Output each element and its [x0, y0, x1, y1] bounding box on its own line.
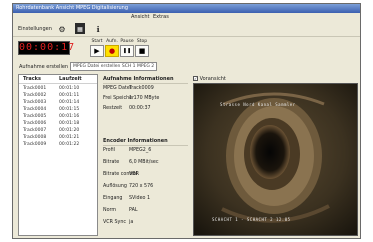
track-name: Track0007	[23, 128, 47, 133]
info-icon[interactable]: ℹ	[93, 23, 103, 34]
divider	[103, 83, 188, 84]
aufnahme-row: Restzeit 00:00:37	[103, 105, 191, 113]
encoder-row: Profil MPEG2_6	[103, 147, 191, 155]
encoder-info-title: Encoder Informationen	[103, 138, 168, 144]
track-name: Track0005	[23, 114, 47, 119]
track-row[interactable]: Track0002 00:01:11	[19, 92, 97, 99]
info-key: Profil	[103, 148, 115, 153]
pause-label: Pause	[120, 39, 134, 44]
track-row[interactable]: Track0006 00:01:18	[19, 120, 97, 127]
track-row[interactable]: Track0003 00:01:14	[19, 99, 97, 106]
track-row[interactable]: Track0001 00:01:10	[19, 85, 97, 92]
aufnahme-row: MPEG Datei Track0009	[103, 85, 191, 93]
menu-bar: Ansicht Extras	[13, 13, 360, 21]
app-window: Rohrdatenbank Ansicht MPEG Digitalisieru…	[12, 3, 361, 239]
toolbar: Einstellungen ⚙ ▦ ℹ	[13, 21, 360, 37]
info-key: MPEG Datei	[103, 86, 132, 91]
recording-info-title: Aufnahme Informationen	[103, 76, 174, 82]
info-key: Eingang	[103, 196, 123, 201]
track-duration: 00:01:14	[59, 100, 80, 105]
track-duration: 00:01:20	[59, 128, 80, 133]
track-name: Track0009	[23, 142, 47, 147]
encoder-row: Bitrate 6,0 MBit/sec	[103, 159, 191, 167]
track-name: Track0001	[23, 86, 47, 91]
gear-icon[interactable]: ⚙	[57, 23, 67, 34]
track-duration: 00:01:10	[59, 86, 80, 91]
track-duration: 00:01:15	[59, 107, 80, 112]
record-panel-icon[interactable]: ▦	[75, 23, 85, 34]
track-name: Track0003	[23, 100, 47, 105]
menu-item-ansicht[interactable]: Ansicht	[131, 13, 149, 21]
laufzeit-header[interactable]: Laufzeit	[59, 75, 82, 83]
preview-header[interactable]: ✓ Voransicht	[193, 76, 226, 82]
info-value: 6,0 MBit/sec	[129, 160, 159, 165]
info-key: VCR Sync	[103, 220, 127, 225]
video-preview: Strasse Nord Kanal Sammler SCHACHT 1 - S…	[193, 83, 358, 236]
track-name: Track0008	[23, 135, 47, 140]
preview-checkbox[interactable]: ✓	[193, 76, 198, 81]
window-title: Rohrdatenbank Ansicht MPEG Digitalisieru…	[13, 4, 360, 13]
track-row[interactable]: Track0008 00:01:21	[19, 134, 97, 141]
encoder-row: Eingang SVideo 1	[103, 195, 191, 203]
info-value: ja	[129, 220, 134, 225]
track-row[interactable]: Track0007 00:01:20	[19, 127, 97, 134]
record-label: Aufn.	[106, 39, 118, 44]
start-button[interactable]: ▶	[90, 45, 104, 57]
track-row[interactable]: Track0009 00:01:22	[19, 141, 97, 148]
track-name: Track0002	[23, 93, 47, 98]
info-value: Track0009	[129, 86, 154, 91]
video-overlay-bottom: SCHACHT 1 - SCHACHT 2 12.05	[212, 217, 291, 222]
track-duration: 00:01:11	[59, 93, 80, 98]
preview-label: Voransicht	[199, 76, 226, 82]
info-value: 1.170 MByte	[129, 96, 160, 101]
recording-info-rows: MPEG Datei Track0009 Frei Speicher 1.170 MB…	[103, 85, 191, 115]
divider	[103, 145, 188, 146]
time-display: 00:00:17	[18, 41, 76, 55]
track-row[interactable]: Track0005 00:01:16	[19, 113, 97, 120]
info-panel: Aufnahme Informationen MPEG Datei Track00…	[103, 76, 191, 236]
info-key: Norm	[103, 208, 117, 213]
info-value: MPEG2_6	[129, 148, 152, 153]
info-value: 720 x 576	[129, 184, 154, 189]
encoder-row: Norm PAL	[103, 207, 191, 215]
encoder-row: VCR Sync ja	[103, 219, 191, 227]
menu-item-extras[interactable]: Extras	[153, 13, 169, 21]
info-value: SVideo 1	[129, 196, 151, 201]
track-duration: 00:01:21	[59, 135, 80, 140]
info-value: VBR	[129, 172, 139, 177]
info-value: 00:00:37	[129, 106, 151, 111]
tracks-header[interactable]: Tracks	[23, 75, 41, 83]
start-label: Start	[91, 39, 103, 44]
stop-button[interactable]: ■	[135, 45, 149, 57]
tracks-list[interactable]: Tracks Laufzeit Track0001 00:01:10 Track00…	[18, 74, 98, 236]
encoder-row: Auflösung 720 x 576	[103, 183, 191, 191]
recording-file-field[interactable]: MPEG Datei erstellen SCH 1 MPEG 2	[70, 62, 157, 71]
pause-button[interactable]: ❚❚	[120, 45, 134, 57]
stop-label: Stop	[136, 39, 148, 44]
info-value: PAL	[129, 208, 138, 213]
track-name: Track0004	[23, 107, 47, 112]
video-overlay-top: Strasse Nord Kanal Sammler	[220, 102, 296, 107]
track-duration: 00:01:22	[59, 142, 80, 147]
aufnahme-row: Frei Speicher 1.170 MByte	[103, 95, 191, 103]
track-row[interactable]: Track0004 00:01:15	[19, 106, 97, 113]
settings-button[interactable]: Einstellungen	[17, 23, 53, 34]
track-name: Track0006	[23, 121, 47, 126]
recording-label: Aufnahme erstellen	[19, 64, 69, 70]
encoder-row: Bitrate control VBR	[103, 171, 191, 179]
track-duration: 00:01:16	[59, 114, 80, 119]
track-duration: 00:01:18	[59, 121, 80, 126]
encoder-info-rows: Profil MPEG2_6 Bitrate 6,0 MBit/sec Bitrate …	[103, 147, 191, 236]
info-key: Auflösung	[103, 184, 127, 189]
info-key: Bitrate	[103, 160, 120, 165]
record-button[interactable]: ●	[105, 45, 119, 57]
info-key: Restzeit	[103, 106, 123, 111]
